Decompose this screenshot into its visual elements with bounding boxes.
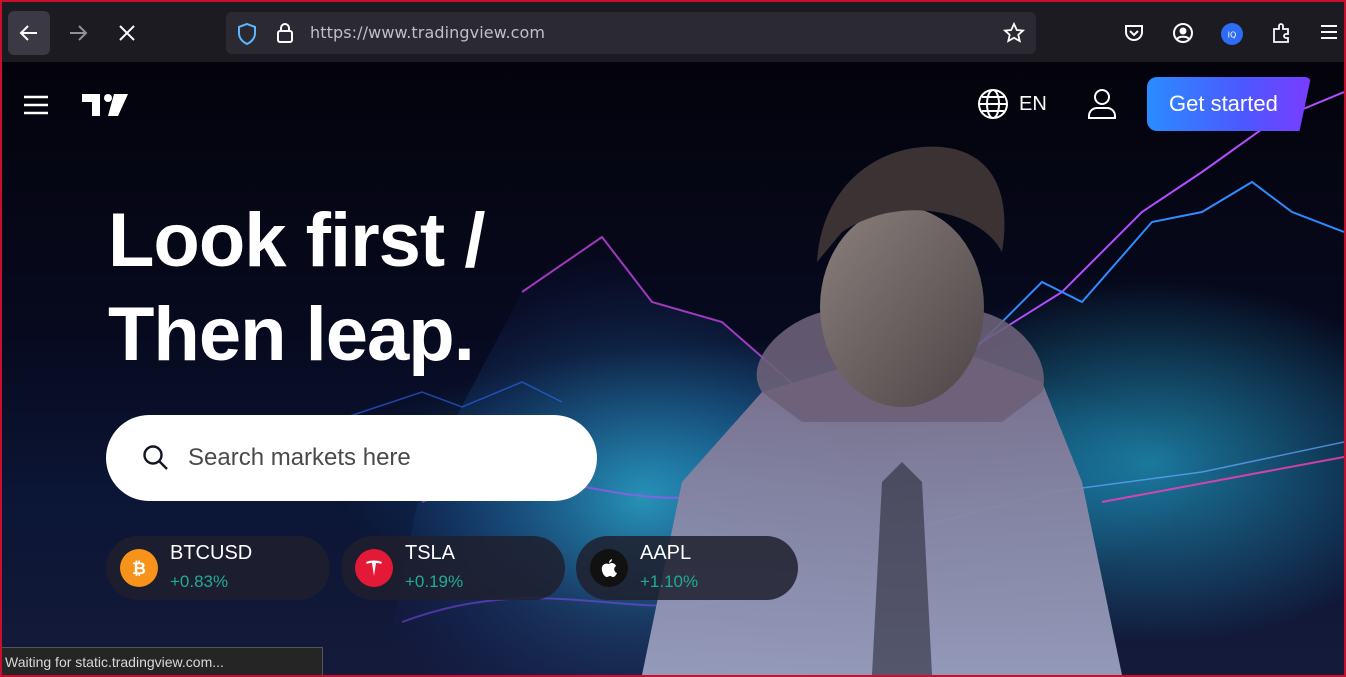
tesla-logo-icon [355,549,393,587]
extensions-icon[interactable] [1270,21,1294,45]
tradingview-page: EN Get started Look first / Then leap. ₿… [2,62,1344,675]
lock-icon[interactable] [275,22,295,44]
address-bar[interactable]: https://www.tradingview.com [226,12,1036,54]
hero-headline: Look first / Then leap. [108,194,485,382]
user-icon[interactable] [1086,87,1118,121]
search-input[interactable] [188,415,568,501]
forward-icon [70,25,88,41]
back-button[interactable] [8,11,50,55]
extension-iq-icon[interactable]: IQ [1220,22,1244,46]
language-label: EN [1019,92,1047,115]
search-icon [143,445,168,470]
account-icon[interactable] [1172,22,1194,44]
bookmark-star-icon[interactable] [1003,22,1025,44]
url-text[interactable]: https://www.tradingview.com [310,23,545,42]
browser-toolbar: https://www.tradingview.com IQ [0,0,1346,62]
stop-button[interactable] [106,11,148,55]
svg-text:IQ: IQ [1228,31,1237,40]
apple-logo-icon [590,549,628,587]
market-search-box[interactable] [106,415,597,501]
back-icon [19,25,37,41]
globe-icon [978,89,1008,119]
language-selector[interactable]: EN [977,88,1047,120]
ticker-tsla[interactable]: TSLA +0.19% [341,536,565,600]
ticker-aapl[interactable]: AAPL +1.10% [576,536,798,600]
shield-icon[interactable] [236,22,258,46]
pocket-icon[interactable] [1123,22,1145,44]
headline-line-1: Look first / [108,198,485,283]
ticker-change: +0.19% [405,572,464,591]
ticker-symbol: AAPL [640,542,692,564]
forward-button[interactable] [57,11,99,55]
get-started-button[interactable]: Get started [1147,77,1311,131]
stop-icon [119,25,135,41]
hamburger-menu-icon[interactable] [22,94,50,116]
ticker-change: +0.83% [170,572,229,591]
menu-icon[interactable] [1320,24,1338,40]
ticker-change: +1.10% [640,572,699,591]
ticker-symbol: TSLA [405,542,456,564]
browser-status-bar: Waiting for static.tradingview.com... [0,647,323,677]
ticker-symbol: BTCUSD [170,542,253,564]
headline-line-2: Then leap. [108,292,475,377]
ticker-btcusd[interactable]: ₿ BTCUSD +0.83% [106,536,330,600]
bitcoin-logo-icon: ₿ [120,549,158,587]
svg-text:₿: ₿ [132,559,146,579]
tradingview-logo-icon[interactable] [80,90,132,120]
